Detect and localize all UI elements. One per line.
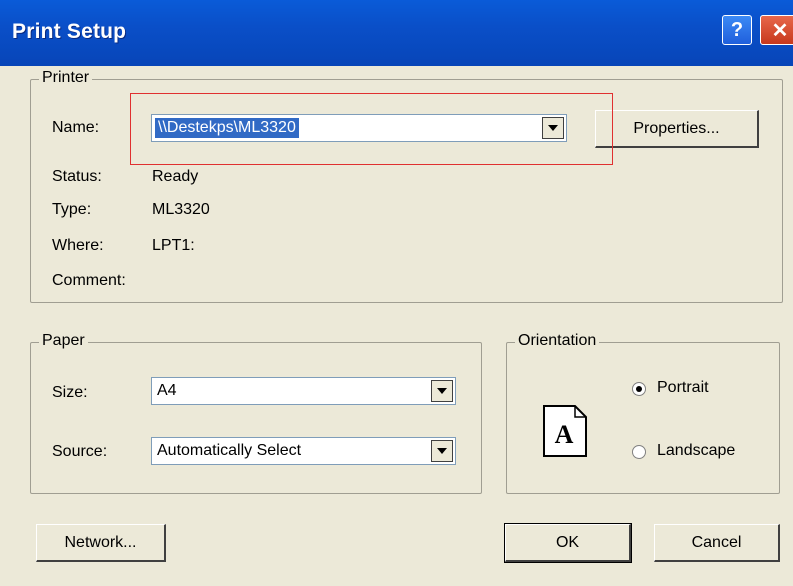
landscape-label[interactable]: Landscape — [657, 442, 735, 460]
ok-button-label: OK — [555, 533, 580, 551]
ok-button[interactable]: OK — [504, 523, 632, 563]
cancel-button-label: Cancel — [691, 533, 742, 551]
properties-button-label: Properties... — [633, 119, 720, 137]
paper-size-value: A4 — [157, 382, 177, 399]
status-label: Status: — [52, 168, 102, 185]
orientation-legend: Orientation — [515, 332, 600, 350]
source-label: Source: — [52, 443, 108, 460]
portrait-radio[interactable] — [632, 382, 646, 396]
highlight-annotation — [130, 93, 613, 165]
paper-source-value: Automatically Select — [157, 442, 302, 459]
paper-source-combobox[interactable]: Automatically Select — [151, 437, 456, 465]
network-button[interactable]: Network... — [36, 524, 166, 562]
chevron-down-icon — [437, 388, 447, 394]
paper-source-dropdown-button[interactable] — [431, 440, 453, 462]
title-bar[interactable]: Print Setup ? ✕ — [0, 0, 793, 66]
help-icon: ? — [730, 18, 744, 41]
portrait-page-icon: A — [543, 405, 587, 457]
cancel-button[interactable]: Cancel — [654, 524, 780, 562]
name-label: Name: — [52, 119, 100, 136]
type-label: Type: — [52, 201, 92, 218]
page-glyph: A — [555, 420, 574, 449]
status-value: Ready — [152, 168, 199, 185]
comment-label: Comment: — [52, 272, 126, 289]
close-icon: ✕ — [771, 19, 789, 42]
landscape-radio[interactable] — [632, 445, 646, 459]
paper-legend: Paper — [39, 332, 88, 350]
printer-legend: Printer — [39, 69, 93, 87]
dialog-title: Print Setup — [12, 20, 127, 43]
properties-button[interactable]: Properties... — [595, 110, 759, 148]
chevron-down-icon — [437, 448, 447, 454]
help-button[interactable]: ? — [722, 15, 752, 45]
where-label: Where: — [52, 237, 104, 254]
portrait-label[interactable]: Portrait — [657, 379, 709, 397]
network-button-label: Network... — [64, 533, 137, 551]
size-label: Size: — [52, 384, 88, 401]
where-value: LPT1: — [152, 237, 195, 254]
paper-size-combobox[interactable]: A4 — [151, 377, 456, 405]
paper-size-dropdown-button[interactable] — [431, 380, 453, 402]
paper-group: Paper — [30, 332, 482, 494]
type-value: ML3320 — [152, 201, 210, 218]
close-button[interactable]: ✕ — [760, 15, 793, 45]
print-setup-dialog: Print Setup ? ✕ Printer Name: \\Destekps… — [0, 0, 793, 586]
